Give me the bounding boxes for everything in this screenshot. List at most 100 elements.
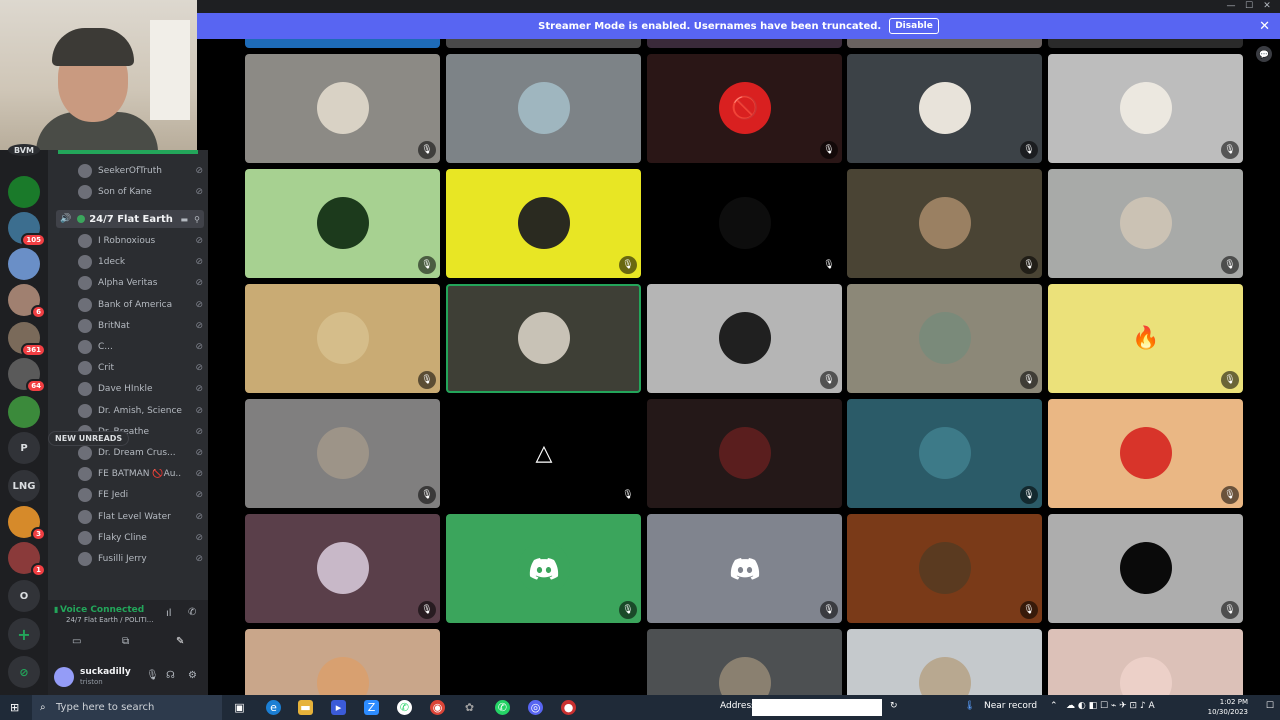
tray-chevron-icon[interactable]: ⌃ xyxy=(1050,701,1058,711)
server-icon[interactable]: 361 xyxy=(8,322,46,357)
server-icon[interactable]: 6 xyxy=(8,284,46,319)
voice-user[interactable]: I Robnoxious ⊘ xyxy=(78,231,203,251)
voice-user[interactable]: Flaky Cline ⊘ xyxy=(78,528,203,548)
participant-tile[interactable] xyxy=(446,54,641,163)
muted-mic-icon: 🎙 xyxy=(1221,256,1239,274)
participant-tile[interactable]: 🎙 xyxy=(1048,169,1243,278)
clock[interactable]: 1:02 PM 10/30/2023 xyxy=(1208,697,1248,717)
server-icon[interactable]: 3 xyxy=(8,506,46,541)
screen-share-icon[interactable]: ⧉ xyxy=(122,636,129,647)
participant-tile[interactable] xyxy=(647,399,842,508)
voice-user[interactable]: Dr. Dream Crus... ⊘ xyxy=(78,443,203,463)
participant-tile[interactable]: 🎙 xyxy=(847,514,1042,623)
participant-tile[interactable]: 🎙 xyxy=(1048,399,1243,508)
weather-text[interactable]: Near record xyxy=(984,701,1037,711)
voice-user[interactable]: Dave HInkle ⊘ xyxy=(78,379,203,399)
muted-mic-icon: ⊘ xyxy=(195,236,203,246)
address-input[interactable] xyxy=(752,699,882,716)
zoom-icon[interactable]: Z xyxy=(364,700,379,715)
participant-tile[interactable]: 🎙 xyxy=(245,514,440,623)
server-icon[interactable]: 105 xyxy=(8,212,46,247)
banner-close-icon[interactable]: ✕ xyxy=(1259,19,1270,34)
settings-gear-icon[interactable]: ⚙ xyxy=(188,670,197,681)
voice-user[interactable]: Fusilli Jerry ⊘ xyxy=(78,549,203,569)
server-icon[interactable]: O xyxy=(8,580,40,612)
voice-channel-24-7-flat-earth[interactable]: 🔊 24/7 Flat Earth ▬ ⚲ xyxy=(56,210,204,228)
voice-user[interactable]: SeekerOfTruth ⊘ xyxy=(78,161,203,181)
voice-user[interactable]: Son of Kane ⊘ xyxy=(78,182,203,202)
participant-tile[interactable]: △ 🎙 xyxy=(446,399,641,508)
participant-tile[interactable]: 🎙 xyxy=(446,514,641,623)
new-unreads-pill[interactable]: NEW UNREADS xyxy=(48,431,130,446)
participant-tile[interactable]: 🚫 🎙 xyxy=(647,54,842,163)
camera-icon[interactable]: ▭ xyxy=(72,636,81,647)
chat-count-icon[interactable]: 💬 xyxy=(1256,46,1272,62)
whatsapp-icon[interactable]: ✆ xyxy=(397,700,412,715)
voice-user[interactable]: Bank of America ⊘ xyxy=(78,295,203,315)
maximize-button[interactable]: ☐ xyxy=(1242,0,1256,13)
disconnect-icon[interactable]: ✆ xyxy=(188,607,196,618)
participant-tile[interactable]: 🎙 xyxy=(847,284,1042,393)
chat-icon[interactable]: ▬ xyxy=(180,215,188,224)
server-icon[interactable]: BVM xyxy=(8,144,40,156)
obs-icon[interactable]: ● xyxy=(561,700,576,715)
notifications-icon[interactable]: ☐ xyxy=(1266,701,1274,711)
voice-user[interactable]: Crit ⊘ xyxy=(78,358,203,378)
server-icon[interactable]: P xyxy=(8,432,40,464)
participant-avatar xyxy=(518,312,570,364)
participant-tile[interactable] xyxy=(446,284,641,393)
tray-icons[interactable]: ☁ ◐ ◧ ☐ ⌁ ✈ ⊡ ♪ A xyxy=(1066,701,1155,711)
server-icon[interactable]: 1 xyxy=(8,542,46,577)
minimize-button[interactable]: — xyxy=(1224,0,1238,13)
server-icon[interactable] xyxy=(8,396,40,428)
participant-tile[interactable]: 🔥 🎙 xyxy=(1048,284,1243,393)
participant-tile[interactable]: 🎙 xyxy=(847,169,1042,278)
app-gear-icon[interactable]: ✿ xyxy=(462,700,477,715)
explore-servers-icon[interactable]: ⊘ xyxy=(8,656,40,688)
server-icon[interactable]: 64 xyxy=(8,358,46,393)
close-window-button[interactable]: ✕ xyxy=(1260,0,1274,13)
participant-tile[interactable]: 🎙 xyxy=(245,284,440,393)
participant-tile[interactable]: 🎙 xyxy=(647,169,842,278)
whatsapp-icon-2[interactable]: ✆ xyxy=(495,700,510,715)
chrome-icon[interactable]: ◉ xyxy=(430,700,445,715)
user-avatar[interactable] xyxy=(54,667,74,687)
voice-user[interactable]: FE BATMAN 🚫Au... ⊘ xyxy=(78,464,203,484)
activity-icon[interactable]: ✎ xyxy=(176,636,184,647)
add-server-icon[interactable]: + xyxy=(8,618,40,650)
app-icon[interactable]: ▸ xyxy=(331,700,346,715)
headphones-icon[interactable]: ☊ xyxy=(166,670,175,681)
participant-tile[interactable]: 🎙 xyxy=(1048,54,1243,163)
windows-start-icon[interactable]: ⊞ xyxy=(10,701,23,714)
invite-icon[interactable]: ⚲ xyxy=(194,215,200,224)
participant-tile[interactable]: 🎙 xyxy=(245,399,440,508)
discord-icon[interactable]: ◎ xyxy=(528,700,543,715)
voice-user[interactable]: Dr. Amish, Science ... ⊘ xyxy=(78,401,203,421)
edge-icon[interactable]: e xyxy=(266,700,281,715)
server-icon[interactable] xyxy=(8,176,40,208)
refresh-icon[interactable]: ↻ xyxy=(890,701,898,711)
server-icon[interactable]: LNG xyxy=(8,470,40,502)
participant-tile[interactable]: 🎙 xyxy=(245,54,440,163)
voice-user[interactable]: C... ⊘ xyxy=(78,337,203,357)
disable-streamer-mode-button[interactable]: Disable xyxy=(889,18,939,34)
voice-user[interactable]: Alpha Veritas ⊘ xyxy=(78,273,203,293)
participant-tile[interactable]: 🎙 xyxy=(847,399,1042,508)
participant-tile[interactable]: 🎙 xyxy=(245,169,440,278)
participant-tile[interactable]: 🎙 xyxy=(847,54,1042,163)
voice-user[interactable]: 1deck ⊘ xyxy=(78,252,203,272)
voice-user[interactable]: FE Jedi ⊘ xyxy=(78,485,203,505)
participant-tile[interactable]: 🎙 xyxy=(647,514,842,623)
file-explorer-icon[interactable]: ▬ xyxy=(298,700,313,715)
server-icon[interactable] xyxy=(8,248,40,280)
voice-user[interactable]: Flat Level Water ⊘ xyxy=(78,507,203,527)
task-view-icon[interactable]: ▣ xyxy=(232,700,247,715)
participant-tile[interactable]: 🎙 xyxy=(647,284,842,393)
voice-location[interactable]: 24/7 Flat Earth / POLITI... xyxy=(66,616,156,624)
participant-tile[interactable]: 🎙 xyxy=(1048,514,1243,623)
participant-tile[interactable]: 🎙 xyxy=(446,169,641,278)
taskbar-search[interactable]: ⌕ Type here to search xyxy=(32,695,222,720)
noise-suppression-icon[interactable]: ıl xyxy=(166,608,172,619)
mic-icon[interactable]: 🎙 xyxy=(146,670,159,681)
voice-user[interactable]: BritNat ⊘ xyxy=(78,316,203,336)
